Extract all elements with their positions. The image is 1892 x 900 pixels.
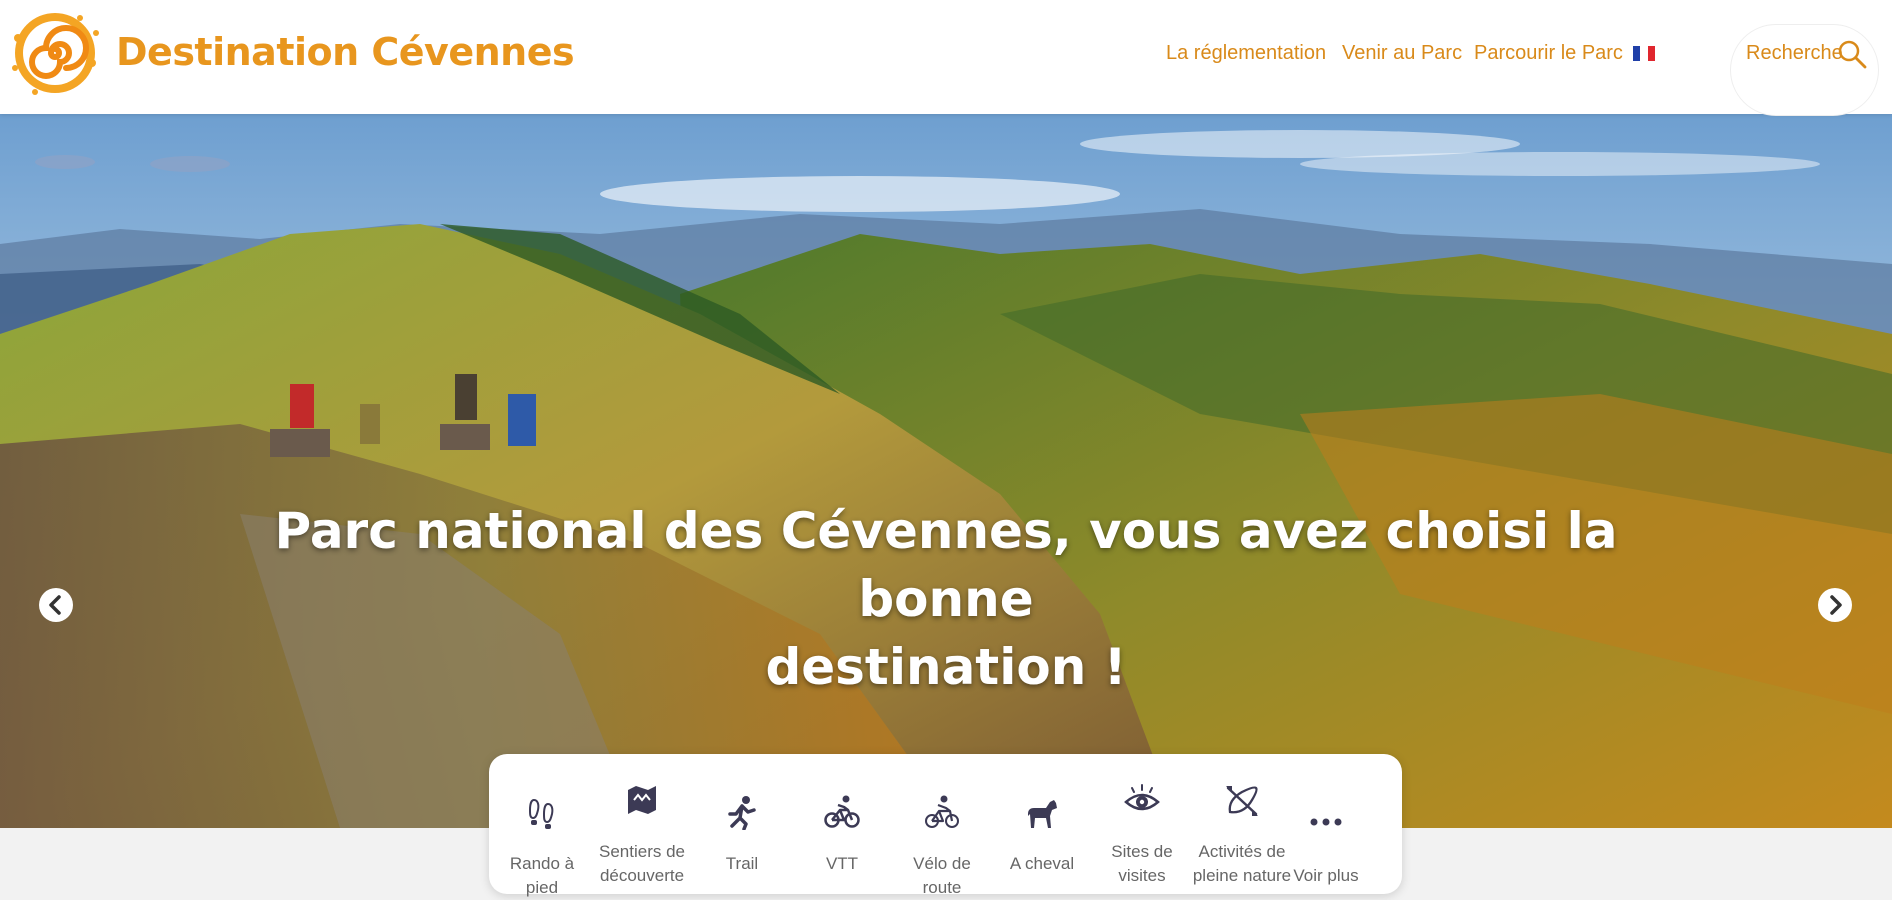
nav-link-venir-au-parc[interactable]: Venir au Parc xyxy=(1342,42,1462,65)
activity-pleine-nature[interactable]: Activités de pleine nature xyxy=(1192,754,1292,894)
activity-label: Trail xyxy=(725,854,759,873)
activity-label-line-1: Sentiers de xyxy=(599,842,685,861)
more-dots-icon xyxy=(1310,818,1342,826)
road-bike-icon xyxy=(925,795,959,828)
nav-link-reglementation[interactable]: La réglementation xyxy=(1166,42,1326,65)
nav-link-parcourir-le-parc[interactable]: Parcourir le Parc xyxy=(1474,42,1623,65)
eye-icon xyxy=(1124,784,1160,811)
activity-velo-de-route[interactable]: Vélo de route xyxy=(892,754,992,897)
search-button[interactable] xyxy=(1730,24,1879,116)
activity-voir-plus[interactable]: Voir plus xyxy=(1286,754,1366,894)
horse-icon xyxy=(1028,800,1057,828)
carousel-next-button[interactable] xyxy=(1818,588,1852,622)
activity-label: Voir plus xyxy=(1293,866,1359,885)
runner-icon xyxy=(728,796,756,830)
chevron-right-icon xyxy=(1830,595,1842,615)
activity-label-line-2: découverte xyxy=(599,866,685,885)
activity-rando-a-pied[interactable]: Rando à pied xyxy=(492,754,592,897)
activity-trail[interactable]: Trail xyxy=(692,754,792,894)
chevron-left-icon xyxy=(49,595,61,615)
hero-title-line-1: Parc national des Cévennes, vous avez ch… xyxy=(274,502,1618,628)
hero-carousel: Parc national des Cévennes, vous avez ch… xyxy=(0,114,1892,828)
activity-label: Vélo de route xyxy=(913,854,971,897)
carousel-prev-button[interactable] xyxy=(39,588,73,622)
site-header: Destination Cévennes La réglementation V… xyxy=(0,0,1892,116)
hero-title-line-2: destination ! xyxy=(765,638,1127,696)
activity-sites-de-visites[interactable]: Sites de visites xyxy=(1092,754,1192,894)
mountain-bike-icon xyxy=(824,795,860,828)
activity-bar: Rando à pied Sentiers de découverte Trai… xyxy=(489,754,1402,897)
map-icon xyxy=(628,786,656,814)
activity-label: VTT xyxy=(825,854,859,873)
activity-label-line-2: visites xyxy=(1118,866,1166,885)
kayak-icon xyxy=(1226,786,1258,816)
activity-a-cheval[interactable]: A cheval xyxy=(992,754,1092,894)
activity-label-line-1: Activités de xyxy=(1198,842,1286,861)
activity-label: A cheval xyxy=(1009,854,1075,873)
search-label[interactable]: Recherche xyxy=(1746,42,1843,65)
activity-label: Rando à pied xyxy=(509,854,575,897)
activity-vtt[interactable]: VTT xyxy=(792,754,892,894)
brand-title[interactable]: Destination Cévennes xyxy=(116,30,575,74)
hero-image xyxy=(0,114,1892,828)
activity-label-line-2: pleine nature xyxy=(1192,866,1292,885)
activity-sentiers-decouverte[interactable]: Sentiers de découverte xyxy=(592,754,692,894)
search-icon[interactable] xyxy=(1837,39,1867,69)
spiral-sun-logo[interactable] xyxy=(10,8,100,98)
activity-label-line-1: Sites de xyxy=(1111,842,1173,861)
footprints-icon xyxy=(528,798,554,829)
french-flag-icon[interactable] xyxy=(1633,46,1655,61)
hero-title: Parc national des Cévennes, vous avez ch… xyxy=(200,497,1692,701)
